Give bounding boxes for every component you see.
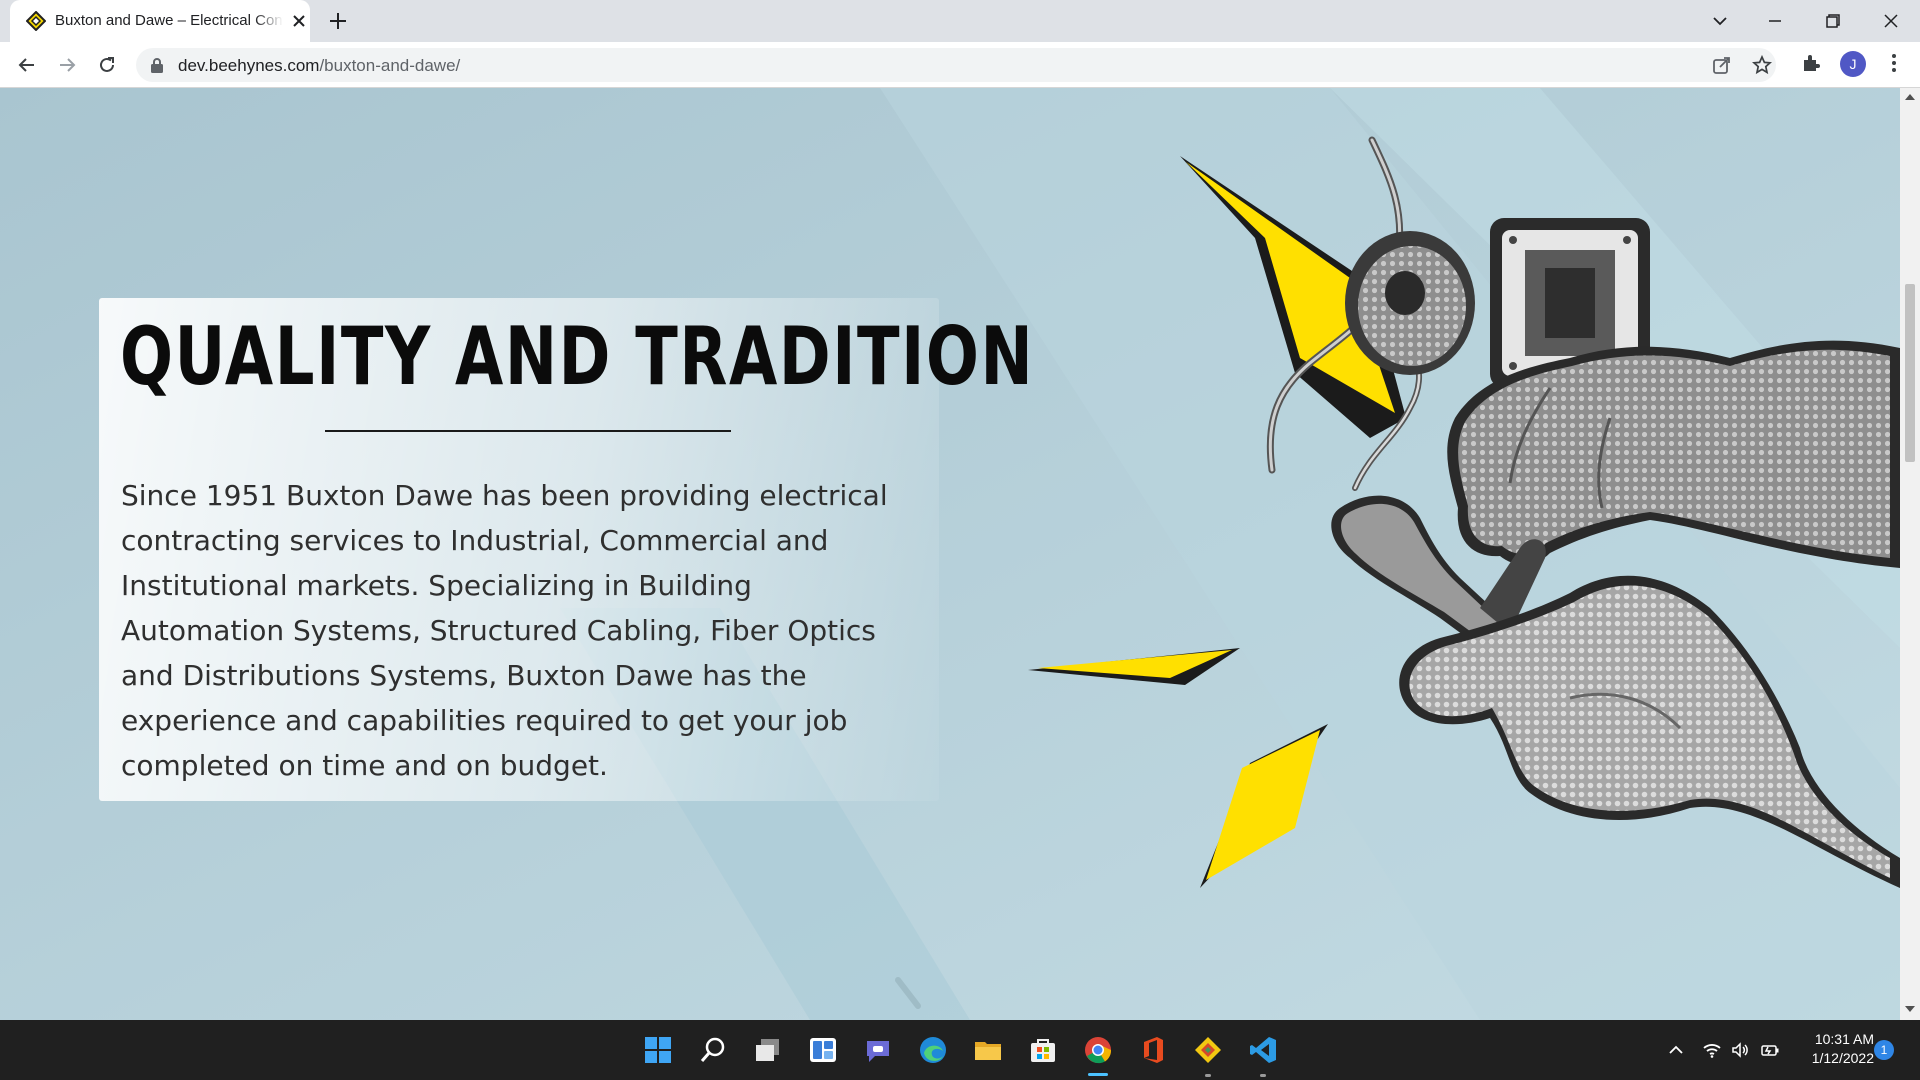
hero-card: QUALITY AND TRADITION Since 1951 Buxton … <box>99 298 1033 801</box>
vscode-running-indicator <box>1260 1074 1266 1077</box>
page-viewport: QUALITY AND TRADITION Since 1951 Buxton … <box>0 88 1900 1020</box>
clock-time: 10:31 AM <box>1814 1031 1874 1047</box>
scroll-thumb[interactable] <box>1905 284 1915 462</box>
reload-icon[interactable] <box>94 52 120 78</box>
tab-search-icon[interactable] <box>1707 8 1733 34</box>
browser-tab[interactable]: Buxton and Dawe – Electrical Contractors <box>10 0 310 42</box>
restore-icon[interactable] <box>1820 8 1846 34</box>
back-icon[interactable] <box>14 52 40 78</box>
lock-icon <box>151 58 163 73</box>
browser-toolbar: dev.beehynes.com/buxton-and-dawe/ J <box>0 42 1920 88</box>
git-icon[interactable] <box>1193 1035 1223 1065</box>
tab-title: Buxton and Dawe – Electrical Contractors <box>55 12 283 29</box>
start-icon[interactable] <box>643 1035 673 1065</box>
share-icon[interactable] <box>1712 55 1732 75</box>
chrome-icon[interactable] <box>1083 1035 1113 1065</box>
search-icon[interactable] <box>698 1035 728 1065</box>
bookmark-star-icon[interactable] <box>1752 55 1772 75</box>
upper-hand <box>1447 340 1900 568</box>
url-path: /buxton-and-dawe/ <box>319 56 461 75</box>
volume-icon[interactable] <box>1730 1040 1750 1060</box>
battery-icon[interactable] <box>1760 1040 1780 1060</box>
close-tab-icon[interactable] <box>290 12 308 30</box>
scroll-up-arrow-icon[interactable] <box>1905 94 1915 100</box>
profile-avatar[interactable]: J <box>1840 51 1866 77</box>
system-clock[interactable]: 10:31 AM 1/12/2022 <box>1784 1030 1874 1068</box>
file-explorer-icon[interactable] <box>973 1035 1003 1065</box>
url-host: dev.beehynes.com <box>178 56 320 75</box>
git-running-indicator <box>1205 1074 1211 1077</box>
task-view-icon[interactable] <box>753 1035 783 1065</box>
show-hidden-icons-icon[interactable] <box>1666 1040 1686 1060</box>
tab-strip: Buxton and Dawe – Electrical Contractors <box>0 0 1920 42</box>
edge-icon[interactable] <box>918 1035 948 1065</box>
vscode-icon[interactable] <box>1248 1035 1278 1065</box>
minimize-icon[interactable] <box>1762 8 1788 34</box>
hero-body-text: Since 1951 Buxton Dawe has been providin… <box>121 479 888 782</box>
clock-date: 1/12/2022 <box>1811 1050 1874 1066</box>
widgets-icon[interactable] <box>808 1035 838 1065</box>
url-text: dev.beehynes.com/buxton-and-dawe/ <box>178 56 460 76</box>
forward-icon[interactable] <box>54 52 80 78</box>
page-scrollbar[interactable] <box>1900 88 1920 1020</box>
electrician-hands-illustration <box>1028 136 1900 888</box>
hero-heading: QUALITY AND TRADITION <box>120 310 1035 403</box>
close-window-icon[interactable] <box>1878 8 1904 34</box>
notification-badge[interactable]: 1 <box>1874 1040 1894 1060</box>
scroll-down-arrow-icon[interactable] <box>1905 1006 1915 1012</box>
site-favicon-icon <box>26 11 46 31</box>
wifi-icon[interactable] <box>1702 1040 1722 1060</box>
menu-kebab-icon[interactable] <box>1884 52 1904 74</box>
teams-chat-icon[interactable] <box>863 1035 893 1065</box>
junction-box <box>1345 231 1475 375</box>
office-icon[interactable] <box>1138 1035 1168 1065</box>
chrome-active-indicator <box>1088 1073 1108 1076</box>
address-bar[interactable]: dev.beehynes.com/buxton-and-dawe/ <box>136 48 1776 82</box>
store-icon[interactable] <box>1028 1035 1058 1065</box>
windows-taskbar: 10:31 AM 1/12/2022 1 <box>0 1020 1920 1080</box>
heading-divider <box>325 430 731 432</box>
new-tab-icon[interactable] <box>327 10 349 32</box>
extensions-icon[interactable] <box>1800 52 1822 74</box>
